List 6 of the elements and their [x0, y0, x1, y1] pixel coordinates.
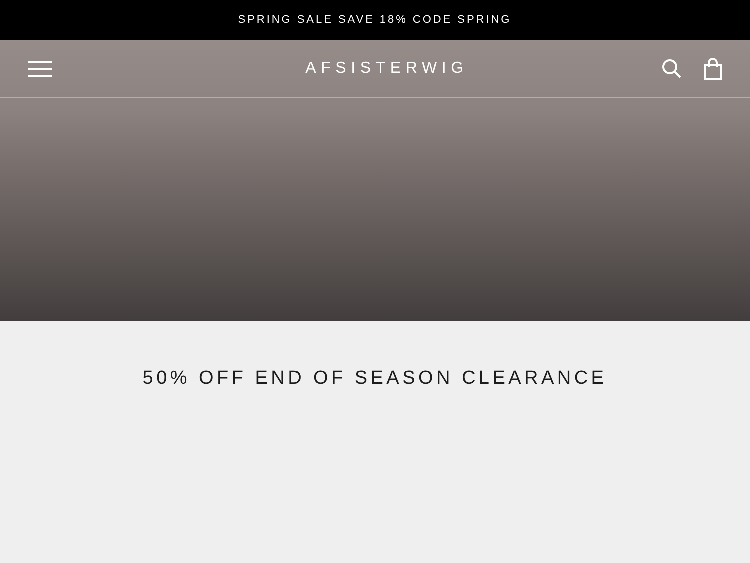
store-logo[interactable]: AFSISTERWIG	[306, 56, 468, 80]
section-title: 50% OFF END OF SEASON CLEARANCE	[142, 367, 608, 391]
search-icon[interactable]	[662, 58, 682, 78]
announcement-text: SPRING SALE SAVE 18% CODE SPRING	[238, 12, 512, 28]
shopping-bag-icon[interactable]	[704, 58, 722, 80]
menu-button[interactable]	[28, 60, 52, 78]
